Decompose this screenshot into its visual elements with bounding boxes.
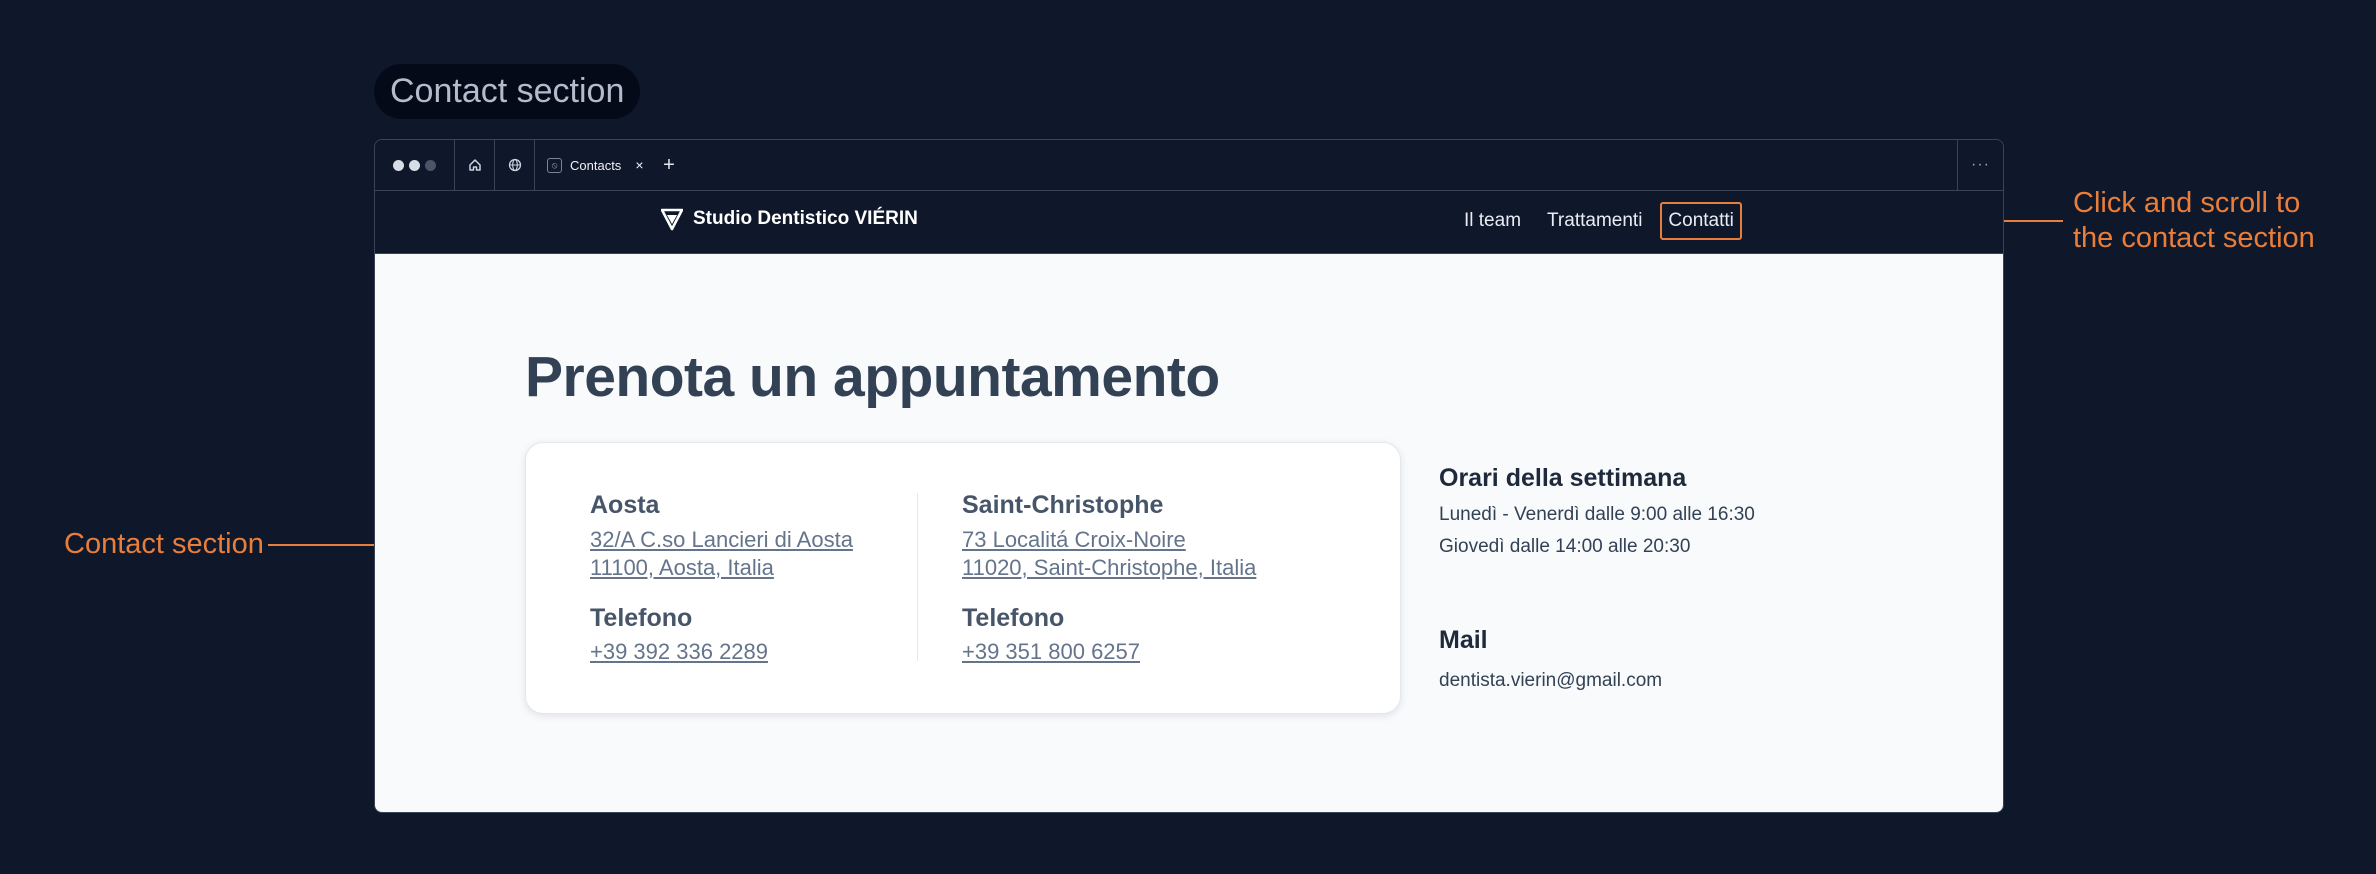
annotation-line-left (268, 544, 375, 546)
browser-window: ⦸ Contacts × + ··· Studio Dentistico VIÉ… (374, 139, 2004, 813)
site-navbar: Studio Dentistico VIÉRIN Il team Trattam… (375, 191, 2003, 254)
hours-line2: Giovedì dalle 14:00 alle 20:30 (1439, 536, 1691, 557)
weekly-hours: Orari della settimana Lunedì - Venerdì d… (1439, 464, 1755, 563)
location-aosta: Aosta 32/A C.so Lancieri di Aosta 11100,… (590, 491, 853, 665)
browser-tab-bar: ⦸ Contacts × + ··· (375, 140, 2003, 191)
location-address-link[interactable]: 32/A C.so Lancieri di Aosta 11100, Aosta… (590, 526, 853, 582)
annotation-click-scroll-line2: the contact section (2073, 222, 2315, 254)
tab-contacts[interactable]: ⦸ Contacts × (535, 140, 649, 190)
globe-icon (508, 158, 521, 172)
nav-link-team[interactable]: Il team (1456, 202, 1529, 240)
maximize-window-dot[interactable] (425, 159, 436, 171)
home-button[interactable] (455, 140, 495, 190)
section-title-pill: Contact section (374, 64, 641, 119)
mail-title: Mail (1439, 626, 1488, 654)
more-options-button[interactable]: ··· (1957, 140, 2003, 190)
home-icon (468, 159, 481, 171)
minimize-window-dot[interactable] (409, 159, 420, 171)
phone-label: Telefono (962, 604, 1065, 632)
locations-card: Aosta 32/A C.so Lancieri di Aosta 11100,… (525, 442, 1401, 714)
contact-section: Prenota un appuntamento Aosta 32/A C.so … (375, 254, 2003, 812)
nav-links: Il team Trattamenti Contatti (1456, 202, 1742, 240)
mail-address[interactable]: dentista.vierin@gmail.com (1439, 665, 1662, 697)
nav-link-treatments[interactable]: Trattamenti (1539, 202, 1650, 240)
annotation-contact-section: Contact section (64, 528, 264, 560)
address-line2: 11100, Aosta, Italia (590, 555, 774, 580)
page-title: Prenota un appuntamento (525, 345, 1220, 409)
nav-link-contacts[interactable]: Contatti (1660, 202, 1742, 240)
tab-title: Contacts (570, 157, 622, 173)
address-line1: 73 Localitá Croix-Noire (962, 527, 1186, 552)
phone-label: Telefono (590, 604, 693, 632)
address-line1: 32/A C.so Lancieri di Aosta (590, 527, 853, 552)
address-line2: 11020, Saint-Christophe, Italia (962, 555, 1257, 580)
new-tab-button[interactable]: + (649, 140, 689, 190)
phone-link[interactable]: +39 351 800 6257 (962, 639, 1256, 665)
brand-name: Studio Dentistico VIÉRIN (693, 208, 918, 229)
mail-block: Mail dentista.vierin@gmail.com (1439, 626, 1662, 697)
close-tab-icon[interactable]: × (635, 157, 643, 173)
close-window-dot[interactable] (393, 159, 404, 171)
tab-favicon-icon: ⦸ (547, 157, 562, 173)
brand[interactable]: Studio Dentistico VIÉRIN (661, 207, 918, 231)
brand-logo-icon (661, 208, 683, 231)
location-address-link[interactable]: 73 Localitá Croix-Noire 11020, Saint-Chr… (962, 526, 1256, 582)
globe-button[interactable] (495, 140, 535, 190)
window-controls (375, 140, 455, 190)
phone-link[interactable]: +39 392 336 2289 (590, 639, 853, 665)
location-city: Aosta (590, 491, 660, 519)
annotation-click-scroll-line1: Click and scroll to (2073, 187, 2301, 219)
location-saint-christophe: Saint-Christophe 73 Localitá Croix-Noire… (962, 491, 1256, 665)
card-divider (917, 493, 918, 661)
hours-title: Orari della settimana (1439, 464, 1687, 492)
tab-bar-spacer (689, 140, 1957, 190)
hours-line1: Lunedì - Venerdì dalle 9:00 alle 16:30 (1439, 504, 1755, 525)
annotation-click-scroll: Click and scroll to the contact section (2073, 186, 2373, 256)
location-city: Saint-Christophe (962, 491, 1164, 519)
